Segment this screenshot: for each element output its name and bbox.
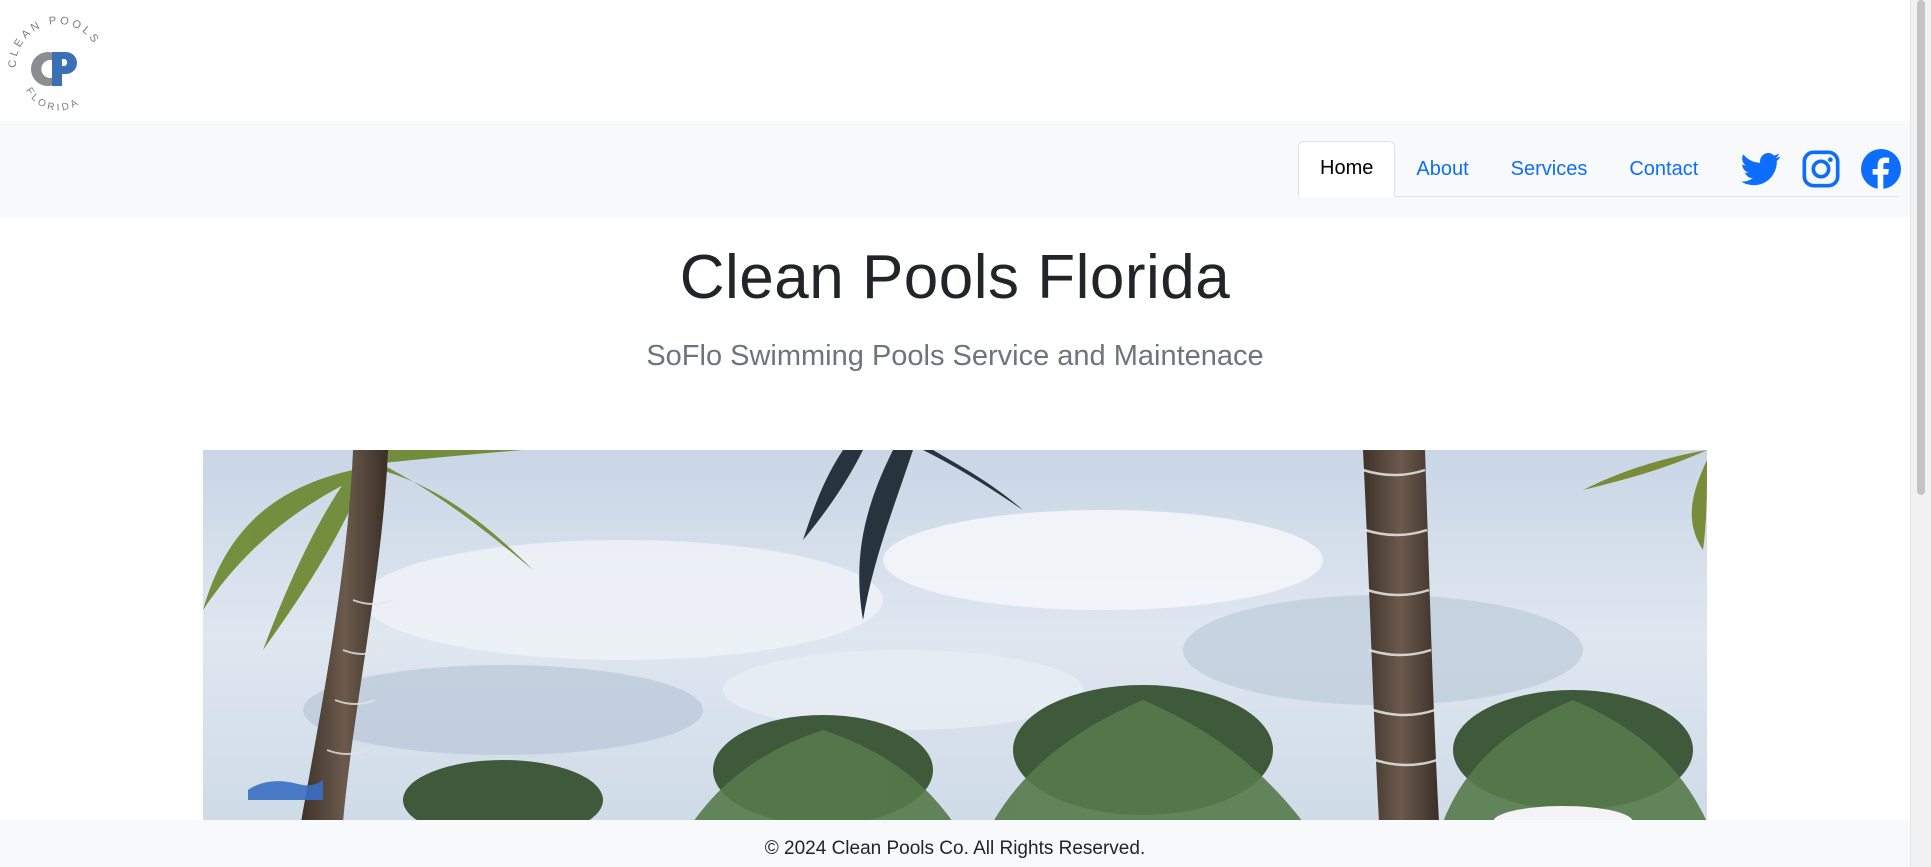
navbar: Home About Services Contact [0,121,1910,217]
logo-header: CLEAN POOLS FLORIDA [0,0,1910,121]
logo-bottom-text: FLORIDA [23,86,79,112]
page-subtitle: SoFlo Swimming Pools Service and Mainten… [646,340,1264,372]
page-scrollbar[interactable] [1910,0,1931,867]
page: CLEAN POOLS FLORIDA Home About Services … [0,0,1910,867]
facebook-icon[interactable] [1861,149,1902,189]
hero-image [203,450,1707,822]
nav-services[interactable]: Services [1490,142,1609,196]
scrollbar-thumb[interactable] [1917,0,1925,495]
svg-text:FLORIDA: FLORIDA [23,86,82,112]
logo-monogram [31,52,77,86]
nav-tabs: Home About Services Contact [1298,141,1902,197]
brand-logo[interactable]: CLEAN POOLS FLORIDA [4,12,108,112]
nav-contact[interactable]: Contact [1608,142,1719,196]
twitter-icon[interactable] [1741,149,1781,189]
social-links [1731,142,1911,196]
nav-home[interactable]: Home [1298,141,1396,197]
footer-copyright: © 2024 Clean Pools Co. All Rights Reserv… [764,838,1146,859]
nav-about[interactable]: About [1395,142,1489,196]
page-title: Clean Pools Florida [679,243,1231,312]
footer: © 2024 Clean Pools Co. All Rights Reserv… [0,820,1910,867]
instagram-icon[interactable] [1801,149,1841,189]
